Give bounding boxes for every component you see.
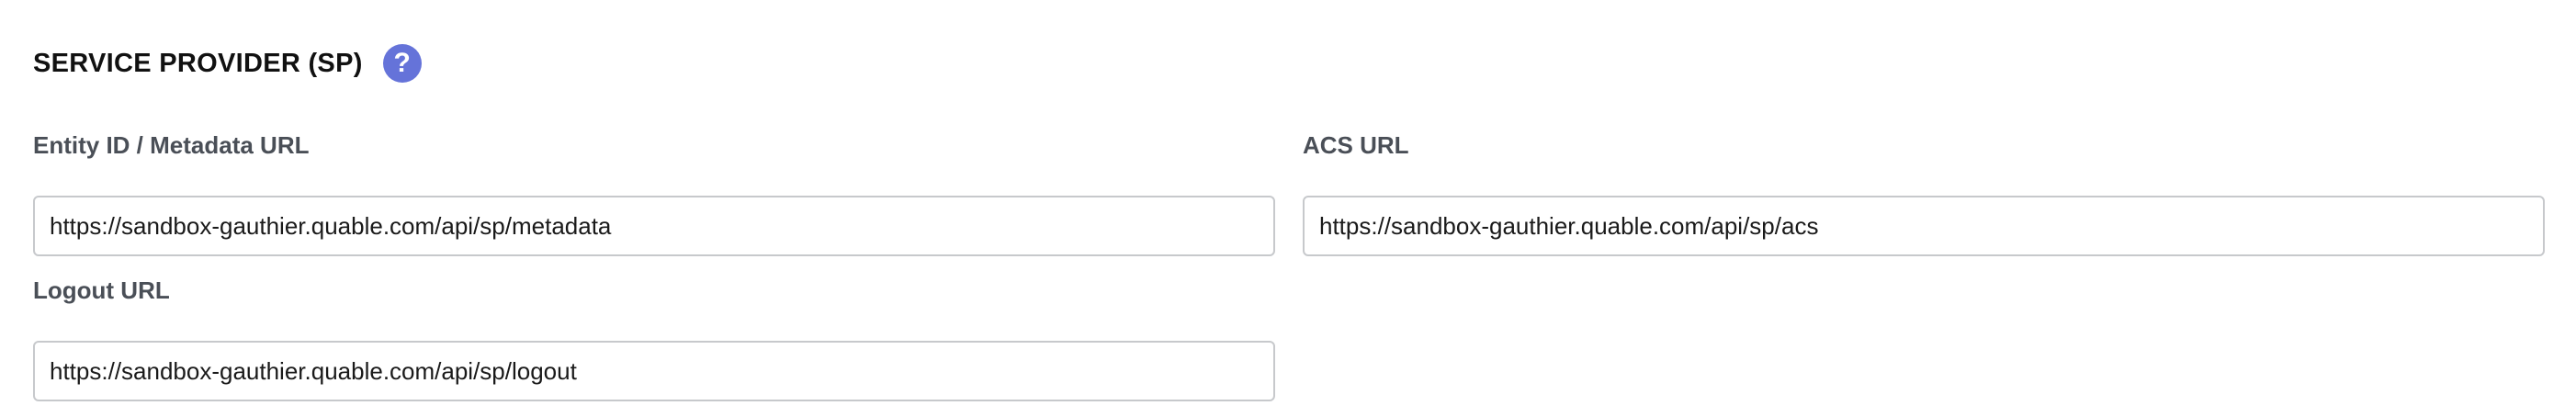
section-header: SERVICE PROVIDER (SP) ? bbox=[33, 39, 422, 88]
acs-url-field-group: ACS URL bbox=[1303, 129, 2545, 256]
question-circle-icon[interactable]: ? bbox=[382, 44, 422, 83]
logout-url-field-group: Logout URL bbox=[33, 274, 1275, 401]
entity-id-input[interactable] bbox=[33, 196, 1275, 256]
acs-url-input[interactable] bbox=[1303, 196, 2545, 256]
entity-id-label: Entity ID / Metadata URL bbox=[33, 131, 310, 159]
section-title: SERVICE PROVIDER (SP) bbox=[33, 48, 363, 78]
acs-url-label: ACS URL bbox=[1303, 131, 1409, 159]
entity-id-field-group: Entity ID / Metadata URL bbox=[33, 129, 1275, 256]
logout-url-input[interactable] bbox=[33, 341, 1275, 401]
logout-url-label: Logout URL bbox=[33, 276, 170, 304]
